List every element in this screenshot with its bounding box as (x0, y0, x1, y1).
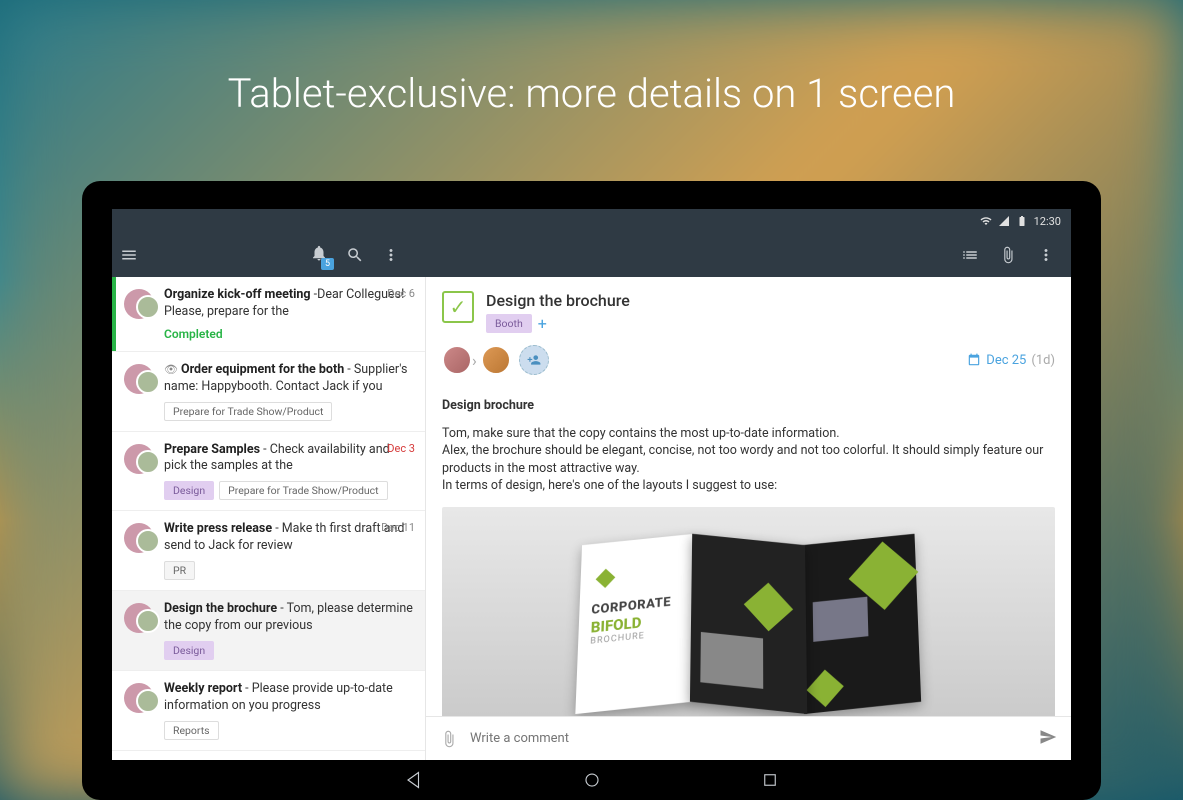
comment-input[interactable] (470, 731, 1027, 746)
add-assignee-button[interactable] (519, 345, 549, 375)
menu-icon[interactable] (120, 246, 138, 264)
detail-title: Design the brochure (486, 291, 630, 310)
task-item[interactable]: Organize kick-off meeting -Dear Collegue… (112, 277, 425, 352)
search-icon[interactable] (346, 246, 364, 264)
signal-icon (998, 215, 1010, 227)
task-item[interactable]: Write press release - Make th first draf… (112, 511, 425, 591)
task-item[interactable]: Weekly report - Please provide up-to-dat… (112, 671, 425, 751)
due-date-button[interactable]: Dec 25 (1d) (967, 353, 1055, 368)
task-date: Dec 3 (387, 442, 415, 455)
task-item[interactable]: 👁Order equipment for the both - Supplier… (112, 352, 425, 432)
app-toolbar: 5 (112, 233, 1071, 277)
task-title: 👁Order equipment for the both - Supplier… (164, 362, 413, 396)
hero-text: Tablet-exclusive: more details on 1 scre… (0, 70, 1183, 117)
task-detail-panel: ✓ Design the brochure Booth + › (426, 277, 1071, 760)
home-icon[interactable] (583, 771, 601, 789)
tag[interactable]: Design (164, 641, 214, 660)
avatar (124, 444, 154, 474)
tag[interactable]: Prepare for Trade Show/Product (219, 481, 387, 500)
desc-body: Tom, make sure that the copy contains th… (442, 425, 1055, 495)
task-title: Organize kick-off meeting -Dear Collegue… (164, 287, 413, 321)
attachment-add-icon[interactable] (999, 246, 1017, 264)
add-tag-button[interactable]: + (538, 314, 547, 333)
comment-composer (426, 716, 1071, 760)
back-icon[interactable] (405, 771, 423, 789)
send-icon (1039, 728, 1057, 746)
task-title: Write press release - Make th first draf… (164, 521, 413, 555)
avatar (124, 364, 154, 394)
statusbar-time: 12:30 (1034, 215, 1061, 228)
due-date-text: Dec 25 (986, 353, 1026, 368)
overflow-detail-icon[interactable] (1037, 246, 1055, 264)
task-date: Dec 6 (387, 287, 415, 300)
notification-badge: 5 (321, 258, 334, 270)
task-status: Completed (164, 327, 413, 341)
task-title: Design the brochure - Tom, please determ… (164, 601, 413, 635)
desc-title: Design brochure (442, 397, 1055, 415)
avatar (481, 345, 511, 375)
chevron-right-icon: › (472, 351, 477, 370)
tablet-frame: 12:30 5 Organize kick (82, 181, 1101, 800)
assignee-avatars[interactable]: › (442, 345, 507, 375)
avatar (124, 523, 154, 553)
wifi-icon (980, 215, 992, 227)
battery-icon (1016, 215, 1028, 227)
recent-icon[interactable] (761, 771, 779, 789)
task-list[interactable]: Organize kick-off meeting -Dear Collegue… (112, 277, 426, 760)
tag[interactable]: Reports (164, 721, 219, 740)
task-title: Prepare Samples - Check availability and… (164, 442, 413, 476)
complete-checkbox[interactable]: ✓ (442, 291, 474, 323)
calendar-icon (967, 353, 981, 367)
android-navbar (112, 760, 1071, 800)
list-icon[interactable] (961, 246, 979, 264)
task-item[interactable]: Prepare Samples - Check availability and… (112, 432, 425, 512)
description: Design brochure Tom, make sure that the … (426, 387, 1071, 716)
avatar (124, 289, 154, 319)
attached-image[interactable]: CORPORATE BIFOLD BROCHURE (442, 507, 1055, 717)
avatar (124, 683, 154, 713)
android-statusbar: 12:30 (112, 209, 1071, 233)
send-button[interactable] (1039, 728, 1057, 750)
task-date: Dec 11 (381, 521, 415, 534)
task-title: Weekly report - Please provide up-to-dat… (164, 681, 413, 715)
tag[interactable]: PR (164, 561, 195, 580)
avatar (442, 345, 472, 375)
due-duration: (1d) (1031, 353, 1055, 368)
task-item[interactable]: Design the brochure - Tom, please determ… (112, 591, 425, 671)
tag[interactable]: Prepare for Trade Show/Product (164, 402, 332, 421)
eye-icon: 👁 (164, 363, 178, 376)
attach-icon[interactable] (440, 730, 458, 748)
person-add-icon (527, 353, 541, 367)
detail-tag[interactable]: Booth (486, 314, 532, 333)
tag[interactable]: Design (164, 481, 214, 500)
overflow-icon[interactable] (382, 246, 400, 264)
avatar (124, 603, 154, 633)
notifications-button[interactable]: 5 (310, 244, 328, 266)
